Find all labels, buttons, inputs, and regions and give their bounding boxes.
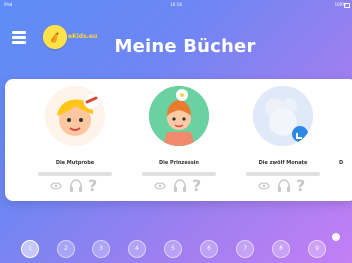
book-actions: ?: [258, 178, 310, 194]
page-dot[interactable]: 4: [128, 240, 146, 258]
pagination: 1 2 3 4 5 6 7 8 9: [0, 240, 352, 260]
eye-icon[interactable]: [258, 178, 270, 194]
headphones-icon[interactable]: [172, 178, 188, 194]
page-dot[interactable]: 6: [200, 240, 218, 258]
page-title: Meine Bücher: [114, 36, 256, 57]
question-icon[interactable]: ?: [296, 178, 308, 194]
page-dot[interactable]: 9: [308, 240, 326, 258]
book-title: Die Prinzessin: [159, 160, 199, 166]
book-divider: [38, 172, 112, 176]
boy-illustration: [45, 86, 105, 146]
page-indicator: [332, 233, 340, 241]
book-divider: [142, 172, 216, 176]
books-panel: Die Mutprobe ? Die Prinzessin ? Die zwöl…: [5, 79, 352, 201]
page-dot[interactable]: 1: [21, 240, 39, 258]
menu-icon-line: [12, 31, 26, 34]
page-dot[interactable]: 5: [164, 240, 182, 258]
book-cover: [149, 86, 209, 146]
book-card[interactable]: D: [339, 86, 352, 199]
months-illustration: [253, 86, 313, 146]
page-dot[interactable]: 7: [236, 240, 254, 258]
question-icon[interactable]: ?: [88, 178, 100, 194]
book-title: Die zwölf Monate: [258, 160, 308, 166]
book-title: Die Mutprobe: [55, 160, 95, 166]
book-cover: [45, 86, 105, 146]
page-dot[interactable]: 2: [57, 240, 75, 258]
headphones-icon[interactable]: [276, 178, 292, 194]
book-divider: [246, 172, 320, 176]
book-card[interactable]: Die Mutprobe ?: [30, 86, 120, 199]
headphones-icon[interactable]: [68, 178, 84, 194]
status-bar: iPad 10:18 100%: [0, 0, 352, 10]
book-card[interactable]: Die Prinzessin ?: [134, 86, 224, 199]
battery-icon: [344, 3, 350, 8]
book-cover: [253, 86, 313, 146]
page-dot[interactable]: 3: [92, 240, 110, 258]
question-icon[interactable]: ?: [192, 178, 204, 194]
book-actions: ?: [154, 178, 206, 194]
book-card[interactable]: Die zwölf Monate ?: [238, 86, 328, 199]
book-title: D: [339, 160, 344, 166]
book-actions: ?: [50, 178, 102, 194]
eye-icon[interactable]: [154, 178, 166, 194]
eye-icon[interactable]: [50, 178, 62, 194]
page-dot[interactable]: 8: [272, 240, 290, 258]
status-time: 10:18: [170, 2, 182, 7]
princess-illustration: [149, 86, 209, 146]
